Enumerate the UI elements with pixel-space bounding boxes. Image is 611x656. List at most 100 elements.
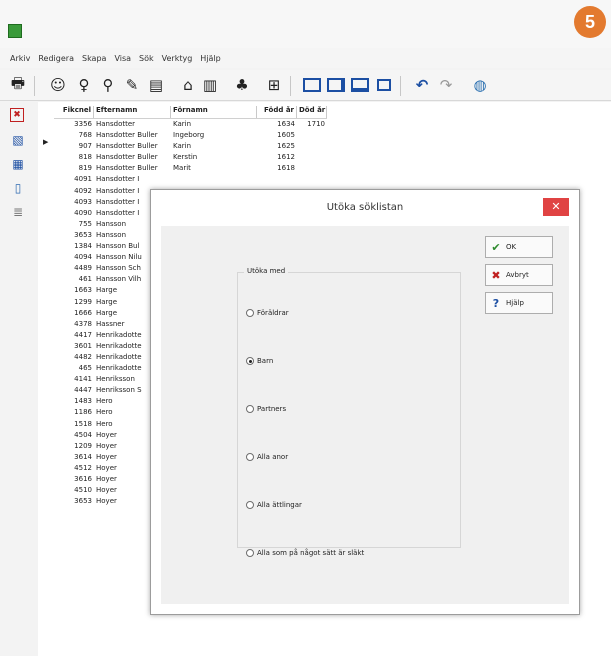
- cell-born: 1612: [277, 153, 295, 162]
- grid-header: Fikcnel Efternamn Förnamn Född år Död år: [54, 106, 327, 119]
- table-row[interactable]: 819 Hansdotter Buller Marit 1618: [54, 163, 327, 174]
- cell-id: 4489: [74, 264, 92, 273]
- table-row[interactable]: 818 Hansdotter Buller Kerstin 1612: [54, 152, 327, 163]
- books-icon[interactable]: ▥: [200, 75, 220, 95]
- step-badge: 5: [574, 6, 606, 38]
- menu-sok[interactable]: Sök: [135, 54, 158, 63]
- pencil-icon[interactable]: ✎: [122, 75, 142, 95]
- help-button[interactable]: ? Hjälp: [485, 292, 553, 314]
- table-row[interactable]: 3356 Hansdotter Karin 1634 1710: [54, 119, 327, 130]
- calendar-icon[interactable]: ▦: [10, 156, 26, 172]
- binoculars-icon[interactable]: ⚲: [98, 75, 118, 95]
- cell-id: 4141: [74, 375, 92, 384]
- close-list-icon[interactable]: ✖: [10, 108, 24, 122]
- menu-redigera[interactable]: Redigera: [34, 54, 78, 63]
- cancel-button-label: Avbryt: [506, 271, 529, 279]
- document-icon[interactable]: ▧: [10, 132, 26, 148]
- expand-with-group: Utöka med Föräldrar Barn Partners Alla a…: [237, 267, 461, 557]
- cell-id: 4512: [74, 463, 92, 472]
- cell-id: 1518: [74, 419, 92, 428]
- printer-icon[interactable]: 🖶: [8, 74, 28, 95]
- layout-rows-icon[interactable]: [350, 75, 370, 95]
- radio-indicator[interactable]: [246, 357, 254, 365]
- cell-id: 3601: [74, 341, 92, 350]
- relatives-icon[interactable]: ♀: [74, 75, 94, 95]
- column-header-born[interactable]: Född år: [257, 106, 297, 118]
- page-icon[interactable]: ▯: [10, 180, 26, 196]
- cell-firstname: Karin: [173, 120, 192, 128]
- table-row[interactable]: 907 Hansdotter Buller Karin 1625: [54, 141, 327, 152]
- radio-alla-attlingar[interactable]: Alla ättlingar: [246, 501, 302, 509]
- close-button[interactable]: ✕: [543, 198, 569, 216]
- pedigree-icon[interactable]: ⊞: [264, 75, 284, 95]
- table-row[interactable]: 4091 Hansdotter I: [54, 174, 327, 185]
- radio-indicator[interactable]: [246, 405, 254, 413]
- layout-single-icon[interactable]: [302, 75, 322, 95]
- book-icon[interactable]: ▤: [146, 75, 166, 95]
- x-icon: ✖: [491, 268, 501, 282]
- cell-surname: Hansdotter Buller: [96, 131, 158, 140]
- cell-id: 3616: [74, 475, 92, 483]
- radio-indicator[interactable]: [246, 501, 254, 509]
- cell-id: 4504: [74, 430, 92, 439]
- cell-id: 4482: [74, 352, 92, 361]
- cell-born: [257, 174, 297, 185]
- home-icon[interactable]: ⌂: [178, 75, 198, 95]
- menu-verktyg[interactable]: Verktyg: [158, 54, 197, 63]
- table-row[interactable]: 768 Hansdotter Buller Ingeborg 1605: [54, 130, 327, 141]
- cancel-button[interactable]: ✖ Avbryt: [485, 264, 553, 286]
- undo-icon[interactable]: ↶: [412, 75, 432, 95]
- cell-id: 818: [78, 153, 92, 162]
- layout-stack-icon[interactable]: [374, 75, 394, 95]
- menu-arkiv[interactable]: Arkiv: [0, 54, 34, 63]
- help-button-label: Hjälp: [506, 299, 524, 307]
- radio-label: Partners: [257, 405, 287, 413]
- radio-partners[interactable]: Partners: [246, 405, 286, 413]
- ok-button[interactable]: ✔ OK: [485, 236, 553, 258]
- notes-icon[interactable]: ≣: [10, 204, 26, 220]
- layout-two-icon[interactable]: [326, 75, 346, 95]
- cell-surname: Hansdotter I: [96, 175, 140, 184]
- cell-surname: Hansdotter Buller: [96, 153, 158, 162]
- cell-died: [297, 130, 327, 141]
- radio-alla-slakt[interactable]: Alla som på något sätt är släkt: [246, 549, 364, 557]
- cell-id: 1666: [74, 308, 92, 317]
- radio-label: Föräldrar: [257, 309, 289, 317]
- cell-born: 1634: [277, 120, 295, 128]
- cell-id: 3653: [74, 497, 92, 506]
- person-icon[interactable]: ☺: [48, 75, 68, 95]
- tree-icon[interactable]: ♣: [232, 75, 252, 95]
- dialog-title-bar: Utöka söklistan ✕: [151, 190, 579, 226]
- globe-icon[interactable]: ◍: [470, 75, 490, 95]
- cell-surname: Hansdotter: [96, 120, 136, 128]
- menu-skapa[interactable]: Skapa: [78, 54, 110, 63]
- radio-indicator[interactable]: [246, 309, 254, 317]
- radio-indicator[interactable]: [246, 453, 254, 461]
- column-header-surname[interactable]: Efternamn: [94, 106, 171, 118]
- column-header-died[interactable]: Död år: [297, 106, 327, 118]
- current-row-arrow-icon: ▶: [43, 138, 49, 146]
- cell-firstname: Karin: [173, 142, 192, 151]
- radio-alla-anor[interactable]: Alla anor: [246, 453, 288, 461]
- cell-id: 4091: [74, 175, 92, 184]
- column-header-firstname[interactable]: Förnamn: [171, 106, 257, 118]
- radio-label: Barn: [257, 357, 274, 365]
- title-bar: 5: [0, 0, 611, 48]
- ok-button-label: OK: [506, 243, 517, 251]
- application-window: 5 Arkiv Redigera Skapa Visa Sök Verktyg …: [0, 0, 611, 656]
- dialog-title: Utöka söklistan: [326, 202, 404, 213]
- radio-indicator[interactable]: [246, 549, 254, 557]
- menu-hjalp[interactable]: Hjälp: [196, 54, 224, 63]
- expand-search-list-dialog: Utöka söklistan ✕ Utöka med Föräldrar Ba…: [150, 189, 580, 615]
- cell-born: 1605: [277, 131, 295, 140]
- cell-born: 1625: [277, 142, 295, 151]
- cell-died: 1710: [307, 120, 325, 128]
- radio-foraldrar[interactable]: Föräldrar: [246, 309, 289, 317]
- radio-barn[interactable]: Barn: [246, 357, 273, 365]
- radio-label: Alla ättlingar: [257, 501, 302, 509]
- redo-icon[interactable]: ↷: [436, 75, 456, 95]
- radio-label: Alla anor: [257, 453, 289, 461]
- column-header-id[interactable]: Fikcnel: [54, 106, 94, 118]
- side-toolbar: ✖ ▧ ▦ ▯ ≣: [0, 102, 39, 656]
- menu-visa[interactable]: Visa: [110, 54, 135, 63]
